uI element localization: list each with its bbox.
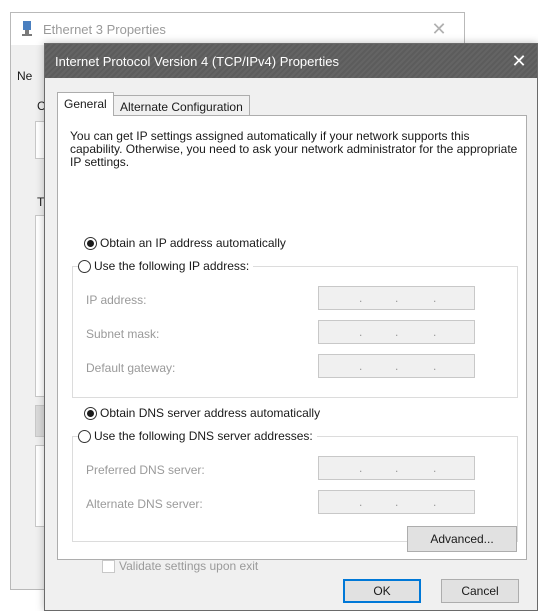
- subnet-mask-field: . . .: [318, 320, 475, 344]
- ip-dot: .: [433, 495, 437, 509]
- default-gateway-label: Default gateway:: [86, 361, 176, 375]
- use-following-dns-label[interactable]: Use the following DNS server addresses:: [94, 429, 313, 443]
- subnet-mask-label: Subnet mask:: [86, 327, 160, 341]
- preferred-dns-field: . . .: [318, 456, 475, 480]
- ip-dot: .: [359, 495, 363, 509]
- use-following-dns-radio[interactable]: Use the following DNS server addresses:: [78, 429, 317, 443]
- ipv4-properties-dialog: Internet Protocol Version 4 (TCP/IPv4) P…: [44, 43, 538, 611]
- ip-dot: .: [433, 359, 437, 373]
- alternate-dns-label: Alternate DNS server:: [86, 497, 203, 511]
- ip-dot: .: [359, 291, 363, 305]
- ip-dot: .: [395, 325, 399, 339]
- validate-settings-label: Validate settings upon exit: [119, 559, 259, 573]
- ip-dot: .: [395, 461, 399, 475]
- checkbox-icon: [102, 559, 115, 573]
- alternate-dns-field: . . .: [318, 490, 475, 514]
- ipv4-dialog-titlebar[interactable]: Internet Protocol Version 4 (TCP/IPv4) P…: [45, 44, 537, 78]
- default-gateway-field: . . .: [318, 354, 475, 378]
- validate-settings-checkbox: Validate settings upon exit: [102, 559, 258, 573]
- ip-address-field: . . .: [318, 286, 475, 310]
- ok-button[interactable]: OK: [343, 579, 421, 603]
- ip-dot: .: [395, 359, 399, 373]
- ipv4-dialog-title: Internet Protocol Version 4 (TCP/IPv4) P…: [55, 54, 339, 69]
- general-tab-panel: You can get IP settings assigned automat…: [57, 115, 527, 573]
- ip-dot: .: [359, 359, 363, 373]
- ip-dot: .: [395, 495, 399, 509]
- tab-general[interactable]: General: [57, 92, 114, 116]
- obtain-ip-auto-radio[interactable]: Obtain an IP address automatically: [84, 236, 286, 250]
- close-icon[interactable]: ✕: [503, 46, 535, 76]
- radio-button-icon[interactable]: [78, 259, 91, 273]
- ethernet-window-title: Ethernet 3 Properties: [43, 22, 166, 37]
- network-adapter-icon: [22, 21, 32, 36]
- tab-alternate-configuration[interactable]: Alternate Configuration: [113, 95, 250, 117]
- ethernet-tab-networking[interactable]: Ne: [17, 69, 32, 83]
- ethernet-window-titlebar: Ethernet 3 Properties ✕: [11, 13, 464, 45]
- ip-dot: .: [395, 291, 399, 305]
- advanced-button[interactable]: Advanced...: [407, 526, 517, 552]
- radio-button-checked-icon[interactable]: [84, 406, 97, 420]
- ip-dot: .: [433, 325, 437, 339]
- description-text: You can get IP settings assigned automat…: [70, 129, 518, 169]
- ip-dot: .: [433, 461, 437, 475]
- ip-address-label: IP address:: [86, 293, 147, 307]
- ip-dot: .: [359, 325, 363, 339]
- cancel-button[interactable]: Cancel: [441, 579, 519, 603]
- radio-button-checked-icon[interactable]: [84, 236, 97, 250]
- preferred-dns-label: Preferred DNS server:: [86, 463, 205, 477]
- obtain-dns-auto-radio[interactable]: Obtain DNS server address automatically: [84, 406, 320, 420]
- radio-button-icon[interactable]: [78, 429, 91, 443]
- use-following-ip-radio[interactable]: Use the following IP address:: [78, 259, 254, 273]
- obtain-ip-auto-label[interactable]: Obtain an IP address automatically: [100, 236, 286, 250]
- ethernet-close-icon[interactable]: ✕: [424, 17, 454, 41]
- use-following-ip-label[interactable]: Use the following IP address:: [94, 259, 249, 273]
- ip-dot: .: [359, 461, 363, 475]
- obtain-dns-auto-label[interactable]: Obtain DNS server address automatically: [100, 406, 320, 420]
- ip-dot: .: [433, 291, 437, 305]
